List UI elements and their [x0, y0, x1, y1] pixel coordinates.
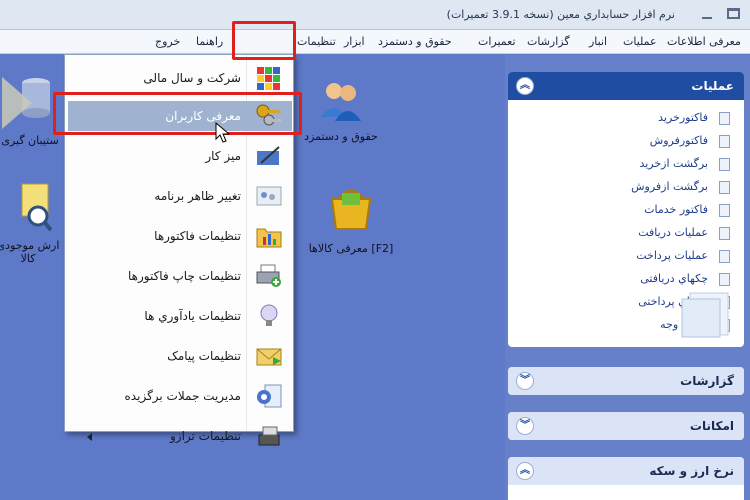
menu-item-desk[interactable]: میز کار: [65, 139, 293, 173]
scale-icon: [258, 426, 280, 446]
menu-repairs[interactable]: تعمیرات: [478, 35, 516, 48]
window-title: نرم افزار حسابداري معین (نسخه 3.9.1 تعمی…: [446, 8, 675, 21]
link-purchase-invoice[interactable]: فاکتورخرید: [658, 111, 708, 124]
documents-watermark-icon: [681, 292, 729, 338]
folder-chart-icon: [256, 228, 282, 248]
menu-warehouse[interactable]: انبار: [589, 35, 607, 48]
menu-bar: معرفی اطلاعات عملیات انبار گزارشات تعمیر…: [0, 30, 750, 54]
collapse-up-icon[interactable]: ︽: [516, 462, 534, 480]
link-sales-invoice[interactable]: فاکتورفروش: [650, 134, 708, 147]
operations-title: عملیات: [691, 79, 734, 93]
document-icon: [719, 250, 730, 263]
minimize-button[interactable]: [700, 7, 714, 21]
link-sales-return[interactable]: برگشت ازفروش: [631, 180, 708, 193]
document-icon: [719, 135, 730, 148]
document-icon: [719, 181, 730, 194]
menu-item-invoice-settings[interactable]: تنظیمات فاکتورها: [65, 219, 293, 253]
features-title: امکانات: [689, 419, 734, 433]
gear-document-icon: [257, 384, 282, 408]
menu-operations[interactable]: عملیات: [623, 35, 657, 48]
features-card[interactable]: امکانات ︾: [508, 412, 744, 440]
task-panel: عملیات ︽ فاکتورخرید فاکتورفروش برگشت ازخ…: [505, 55, 750, 500]
document-icon: [719, 158, 730, 171]
operations-card-header[interactable]: عملیات ︽: [508, 72, 744, 100]
payroll-shortcut[interactable]: حقوق و دستمزد: [296, 77, 386, 143]
menu-item-favorite-phrases[interactable]: مديريت جملات برگزيده: [65, 379, 293, 413]
link-receipt-operations[interactable]: عملیات دريافت: [638, 226, 708, 239]
expand-down-icon[interactable]: ︾: [516, 372, 534, 390]
reports-title: گزارشات: [680, 374, 734, 388]
reports-card-header[interactable]: گزارشات ︾: [508, 367, 744, 395]
payroll-label: حقوق و دستمزد: [304, 130, 378, 143]
menu-item-label: تنظیمات چاپ فاکتورها: [127, 269, 241, 283]
menu-tools[interactable]: ابزار: [344, 35, 365, 48]
rubik-cube-icon: [257, 67, 280, 90]
expand-down-icon[interactable]: ︾: [516, 417, 534, 435]
rates-card: نرخ ارز و سکه ︽: [508, 457, 744, 500]
goods-label: معرفی کالاها [F2]: [308, 242, 394, 255]
report-magnifier-icon: [21, 183, 53, 232]
shopping-basket-icon: [330, 189, 372, 230]
paint-icon: [256, 186, 282, 206]
link-service-invoice[interactable]: فاکتور خدمات: [644, 203, 708, 216]
menu-item-label: تنظیمات فاکتورها: [154, 229, 241, 243]
document-icon: [719, 204, 730, 217]
inventory-report-shortcut[interactable]: ارش موجودی کالا: [0, 180, 68, 265]
menu-define-info[interactable]: معرفی اطلاعات: [667, 35, 741, 48]
people-icon: [321, 83, 361, 121]
menu-item-reminder-settings[interactable]: تنظیمات يادآوري ها: [65, 299, 293, 333]
menu-item-change-appearance[interactable]: تغییر ظاهر برنامه: [65, 179, 293, 213]
features-card-header[interactable]: امکانات ︾: [508, 412, 744, 440]
reports-card[interactable]: گزارشات ︾: [508, 367, 744, 395]
menu-item-label: شرکت و سال مالی: [143, 71, 241, 85]
title-bar: نرم افزار حسابداري معین (نسخه 3.9.1 تعمی…: [0, 0, 750, 30]
menu-item-label: تنظیمات يادآوري ها: [144, 309, 241, 323]
menu-item-scale-settings[interactable]: تنظیمات ترازو: [65, 419, 293, 453]
menu-reports[interactable]: گزارشات: [527, 35, 570, 48]
document-icon: [719, 273, 730, 286]
rates-title: نرخ ارز و سکه: [649, 464, 734, 478]
menu-item-print-invoice-settings[interactable]: تنظیمات چاپ فاکتورها: [65, 259, 293, 293]
menu-help[interactable]: راهنما: [196, 35, 223, 48]
database-icon: [2, 77, 50, 129]
document-icon: [719, 227, 730, 240]
document-icon: [719, 112, 730, 125]
printer-icon: [256, 264, 281, 287]
menu-item-label: مديريت جملات برگزيده: [124, 389, 241, 403]
inventory-report-label: ارش موجودی کالا: [0, 239, 60, 265]
link-purchase-return[interactable]: برگشت ازخريد: [639, 157, 708, 170]
menu-item-label: تغییر ظاهر برنامه: [154, 189, 241, 203]
bulb-icon: [260, 304, 278, 326]
mouse-cursor-icon: [215, 122, 231, 143]
settings-menu-highlight: [232, 21, 296, 60]
maximize-button[interactable]: [727, 8, 740, 19]
operations-card: عملیات ︽ فاکتورخرید فاکتورفروش برگشت ازخ…: [508, 72, 744, 347]
menu-exit[interactable]: خروج: [155, 35, 180, 48]
collapse-up-icon[interactable]: ︽: [516, 77, 534, 95]
link-received-cheques[interactable]: چکهاي دريافتی: [640, 272, 708, 285]
menu-item-label: میز کار: [205, 149, 241, 163]
desk-pen-icon: [257, 146, 280, 165]
menu-item-label: تنظیمات ترازو: [169, 429, 241, 443]
menu-item-company-fiscal-year[interactable]: شرکت و سال مالی: [65, 61, 293, 95]
menu-settings[interactable]: تنظیمات: [297, 35, 336, 48]
menu-item-sms-settings[interactable]: تنظیمات پیامک: [65, 339, 293, 373]
envelope-icon: [256, 348, 282, 366]
goods-shortcut[interactable]: معرفی کالاها [F2]: [296, 183, 406, 255]
link-payment-operations[interactable]: عملیات پرداخت: [636, 249, 708, 262]
submenu-arrow-icon: [87, 433, 92, 441]
define-users-highlight: [53, 92, 302, 135]
backup-label: ستیبان گیری: [1, 134, 59, 147]
menu-payroll[interactable]: حقوق و دستمزد: [378, 35, 452, 48]
menu-item-label: تنظیمات پیامک: [167, 349, 241, 363]
rates-card-header[interactable]: نرخ ارز و سکه ︽: [508, 457, 744, 485]
